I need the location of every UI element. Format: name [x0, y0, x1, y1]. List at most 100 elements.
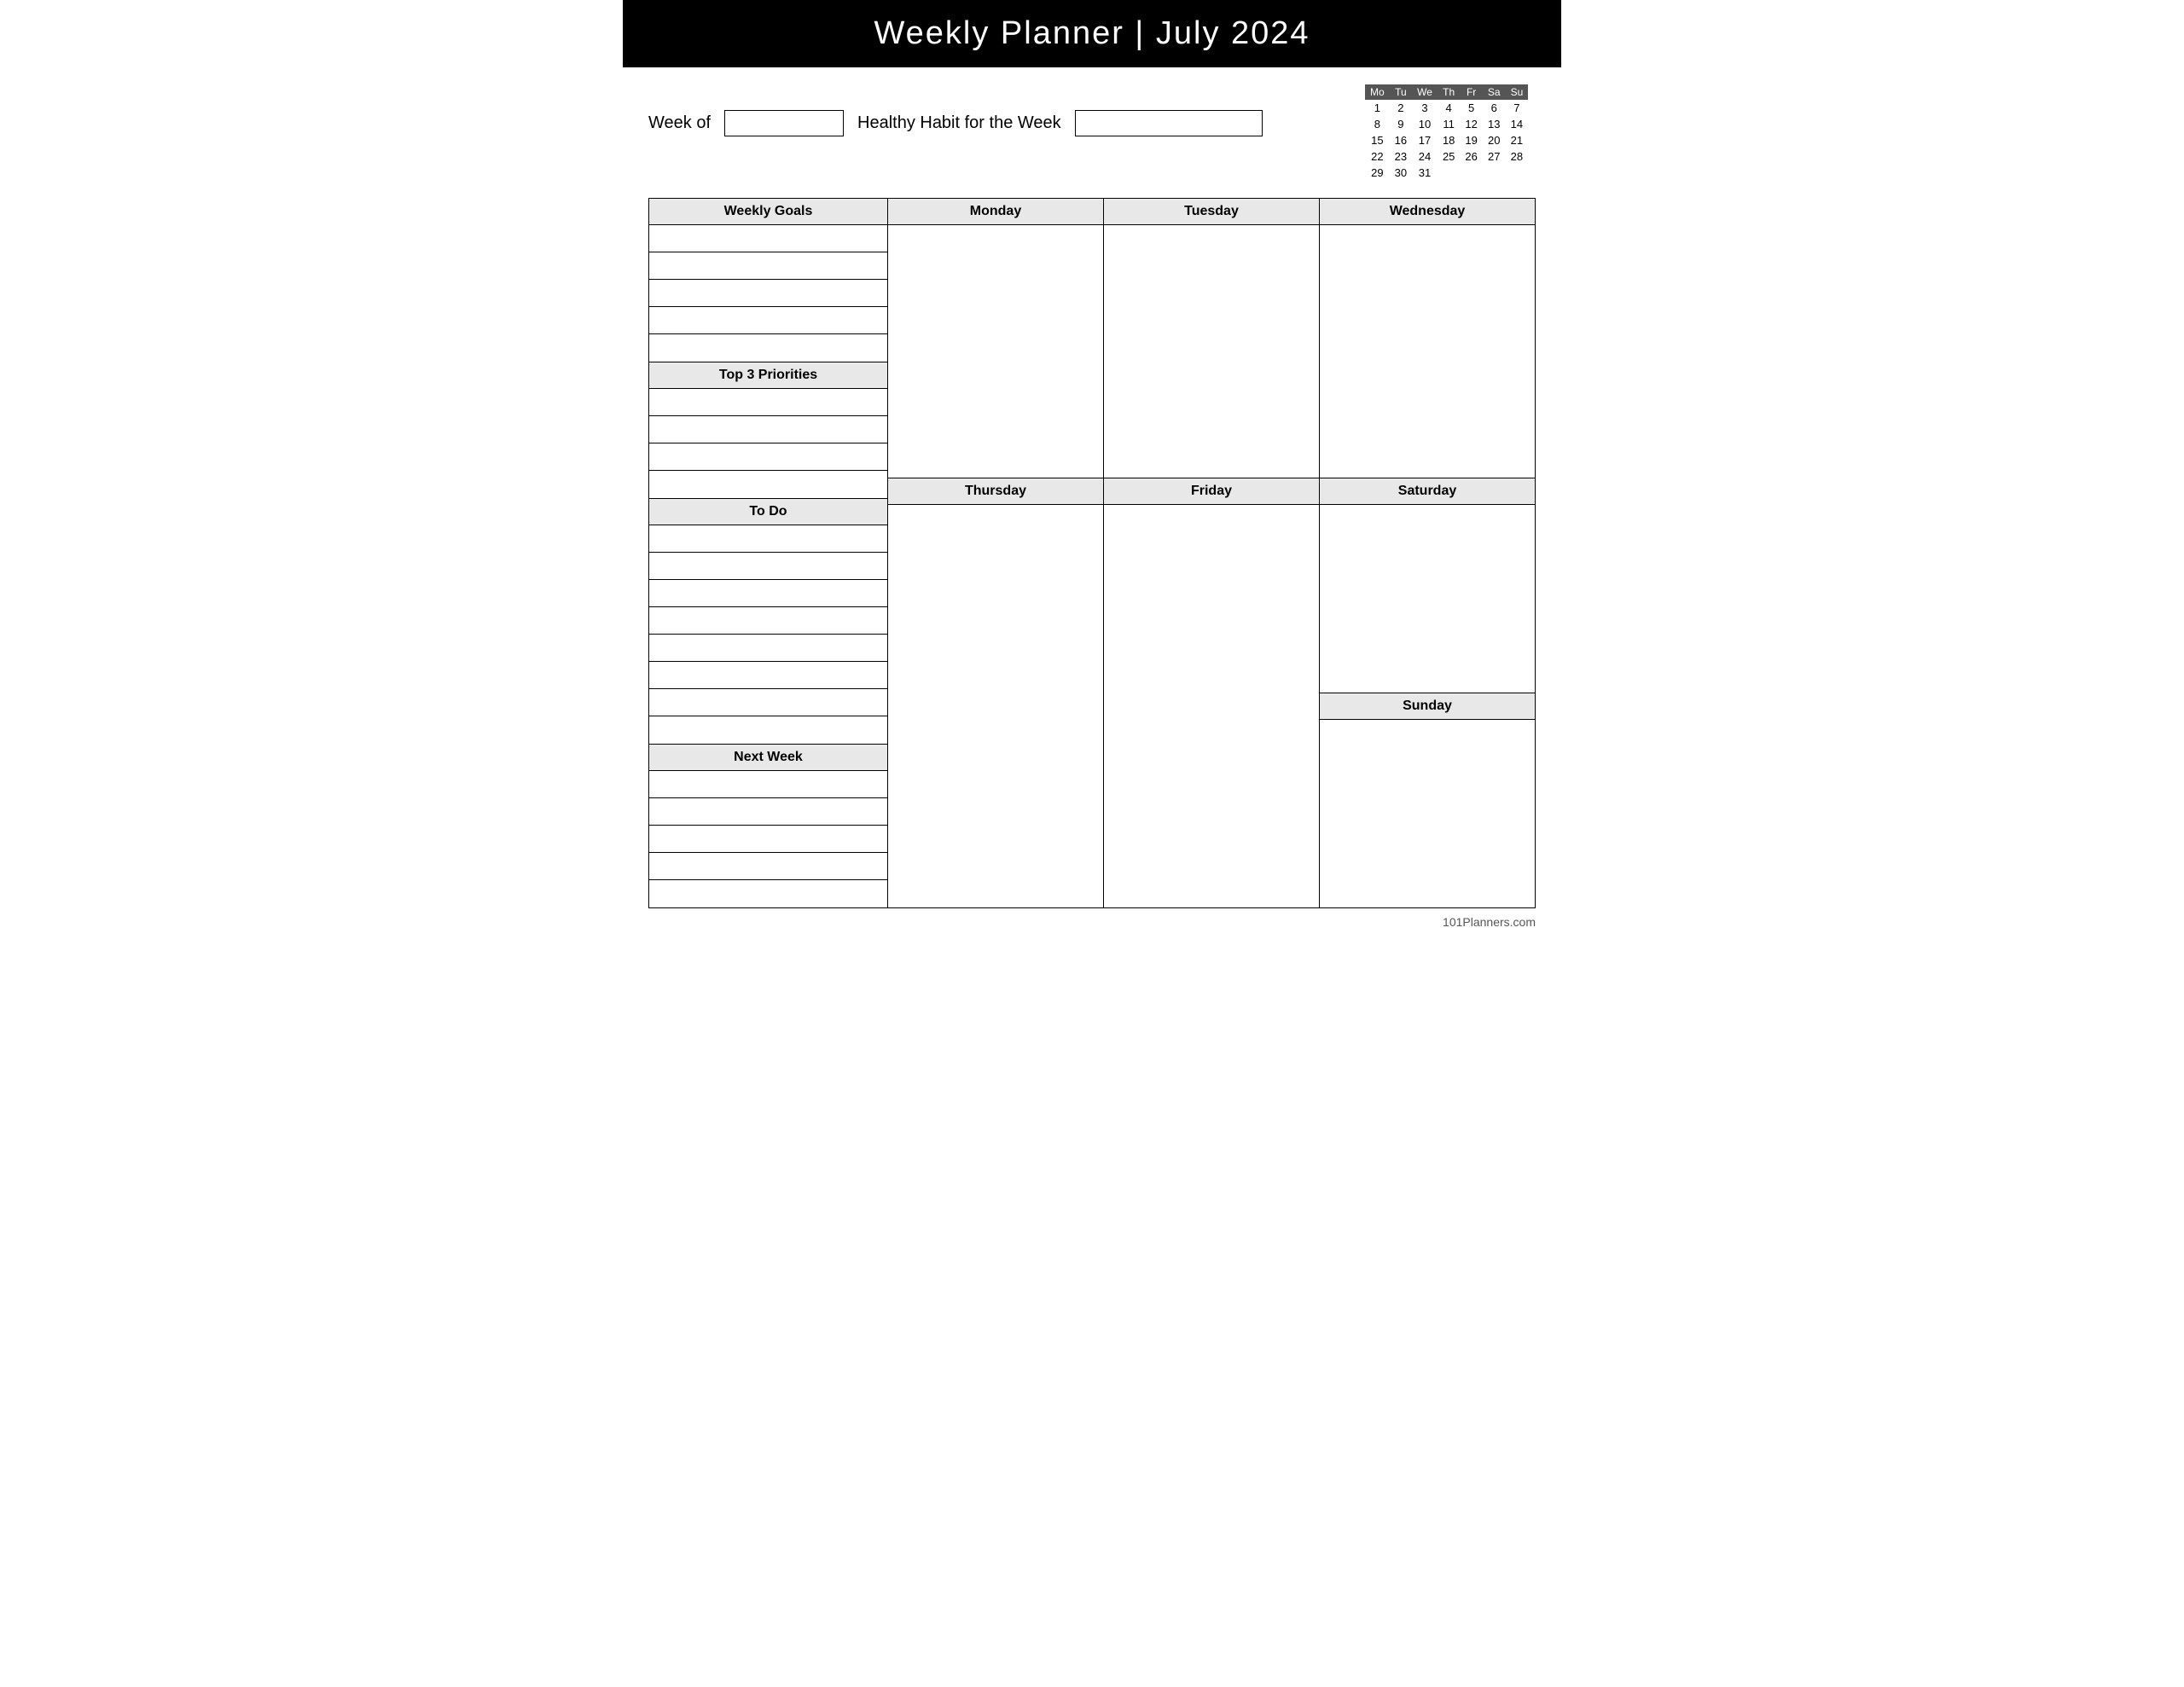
calendar-day[interactable]: [1438, 165, 1460, 181]
calendar-day[interactable]: [1483, 165, 1506, 181]
right-column: Monday Tuesday Wednesday Thursday Friday: [888, 199, 1535, 907]
sunday-body[interactable]: [1320, 720, 1535, 907]
calendar-day[interactable]: 16: [1390, 132, 1412, 148]
wednesday-body[interactable]: [1320, 225, 1535, 478]
calendar-table: Mo Tu We Th Fr Sa Su 1234567891011121314…: [1365, 84, 1528, 181]
calendar-day[interactable]: 3: [1412, 100, 1438, 116]
healthy-habit-input[interactable]: [1075, 110, 1263, 136]
calendar-day[interactable]: 29: [1365, 165, 1390, 181]
calendar-day[interactable]: 25: [1438, 148, 1460, 165]
calendar-day[interactable]: 14: [1506, 116, 1529, 132]
footer: 101Planners.com: [623, 908, 1561, 936]
calendar-day[interactable]: 17: [1412, 132, 1438, 148]
calendar-week-row: 293031: [1365, 165, 1528, 181]
week-habit-area: Week of Healthy Habit for the Week: [648, 84, 1263, 136]
section-top-3-priorities: Top 3 Priorities: [649, 362, 887, 499]
calendar-day[interactable]: 23: [1390, 148, 1412, 165]
page-header: Weekly Planner | July 2024: [623, 0, 1561, 67]
calendar-day[interactable]: 31: [1412, 165, 1438, 181]
calendar-day[interactable]: 24: [1412, 148, 1438, 165]
calendar-day[interactable]: 8: [1365, 116, 1390, 132]
next-week-row[interactable]: [649, 826, 887, 853]
wednesday-col: Wednesday: [1320, 199, 1535, 478]
to-do-row[interactable]: [649, 607, 887, 635]
next-week-row[interactable]: [649, 853, 887, 880]
calendar-day[interactable]: 18: [1438, 132, 1460, 148]
calendar-header-row: Mo Tu We Th Fr Sa Su: [1365, 84, 1528, 100]
next-week-row[interactable]: [649, 771, 887, 798]
calendar-day[interactable]: 2: [1390, 100, 1412, 116]
calendar-day[interactable]: 30: [1390, 165, 1412, 181]
top-3-priorities-row[interactable]: [649, 416, 887, 443]
top-3-priorities-row[interactable]: [649, 471, 887, 498]
week-of-label: Week of: [648, 113, 711, 133]
bottom-days-grid: Thursday Friday Saturday Sunday: [888, 478, 1535, 907]
to-do-row[interactable]: [649, 635, 887, 662]
friday-header: Friday: [1104, 478, 1319, 505]
top-section: Week of Healthy Habit for the Week Mo Tu…: [623, 67, 1561, 189]
calendar-day[interactable]: 19: [1460, 132, 1482, 148]
calendar-day[interactable]: 1: [1365, 100, 1390, 116]
cal-sa: Sa: [1483, 84, 1506, 100]
to-do-row[interactable]: [649, 525, 887, 553]
to-do-row[interactable]: [649, 716, 887, 744]
calendar-day[interactable]: 26: [1460, 148, 1482, 165]
monday-col: Monday: [888, 199, 1104, 478]
week-of-input[interactable]: [724, 110, 844, 136]
to-do-row[interactable]: [649, 662, 887, 689]
weekly-goals-row[interactable]: [649, 307, 887, 334]
calendar-day[interactable]: 7: [1506, 100, 1529, 116]
left-column: Weekly GoalsTop 3 PrioritiesTo Do Next We…: [649, 199, 888, 907]
footer-text: 101Planners.com: [1443, 915, 1536, 929]
calendar-day[interactable]: 28: [1506, 148, 1529, 165]
sunday-header: Sunday: [1320, 693, 1535, 720]
cal-fr: Fr: [1460, 84, 1482, 100]
to-do-row[interactable]: [649, 553, 887, 580]
calendar-day[interactable]: 22: [1365, 148, 1390, 165]
friday-body[interactable]: [1104, 505, 1319, 907]
calendar-day[interactable]: 12: [1460, 116, 1482, 132]
calendar-day[interactable]: 10: [1412, 116, 1438, 132]
calendar-week-row: 15161718192021: [1365, 132, 1528, 148]
planner-grid: Weekly GoalsTop 3 PrioritiesTo Do Next We…: [648, 198, 1536, 908]
next-week-row[interactable]: [649, 798, 887, 826]
header-title: Weekly Planner | July 2024: [874, 15, 1310, 51]
mini-calendar: Mo Tu We Th Fr Sa Su 1234567891011121314…: [1365, 84, 1536, 181]
weekly-goals-row[interactable]: [649, 280, 887, 307]
calendar-day[interactable]: 6: [1483, 100, 1506, 116]
section-weekly-goals: Weekly Goals: [649, 199, 887, 362]
to-do-header: To Do: [649, 499, 887, 525]
calendar-week-row: 1234567: [1365, 100, 1528, 116]
weekly-goals-row[interactable]: [649, 334, 887, 362]
cal-mo: Mo: [1365, 84, 1390, 100]
calendar-day[interactable]: [1460, 165, 1482, 181]
calendar-day[interactable]: 13: [1483, 116, 1506, 132]
tuesday-col: Tuesday: [1104, 199, 1320, 478]
calendar-day[interactable]: 27: [1483, 148, 1506, 165]
calendar-day[interactable]: 21: [1506, 132, 1529, 148]
top-3-priorities-row[interactable]: [649, 389, 887, 416]
tuesday-body[interactable]: [1104, 225, 1319, 478]
thursday-body[interactable]: [888, 505, 1103, 907]
to-do-row[interactable]: [649, 689, 887, 716]
calendar-day[interactable]: [1506, 165, 1529, 181]
monday-body[interactable]: [888, 225, 1103, 478]
weekly-goals-row[interactable]: [649, 225, 887, 252]
top-days-grid: Monday Tuesday Wednesday: [888, 199, 1535, 478]
cal-we: We: [1412, 84, 1438, 100]
top-3-priorities-row[interactable]: [649, 443, 887, 471]
calendar-day[interactable]: 15: [1365, 132, 1390, 148]
weekly-goals-row[interactable]: [649, 252, 887, 280]
calendar-day[interactable]: 11: [1438, 116, 1460, 132]
to-do-row[interactable]: [649, 580, 887, 607]
saturday-body[interactable]: [1320, 505, 1535, 693]
calendar-week-row: 891011121314: [1365, 116, 1528, 132]
calendar-day[interactable]: 20: [1483, 132, 1506, 148]
thursday-col: Thursday: [888, 478, 1104, 907]
sunday-section: Sunday: [1320, 693, 1535, 907]
calendar-day[interactable]: 9: [1390, 116, 1412, 132]
next-week-header: Next Week: [649, 745, 887, 771]
calendar-day[interactable]: 4: [1438, 100, 1460, 116]
next-week-row[interactable]: [649, 880, 887, 907]
calendar-day[interactable]: 5: [1460, 100, 1482, 116]
